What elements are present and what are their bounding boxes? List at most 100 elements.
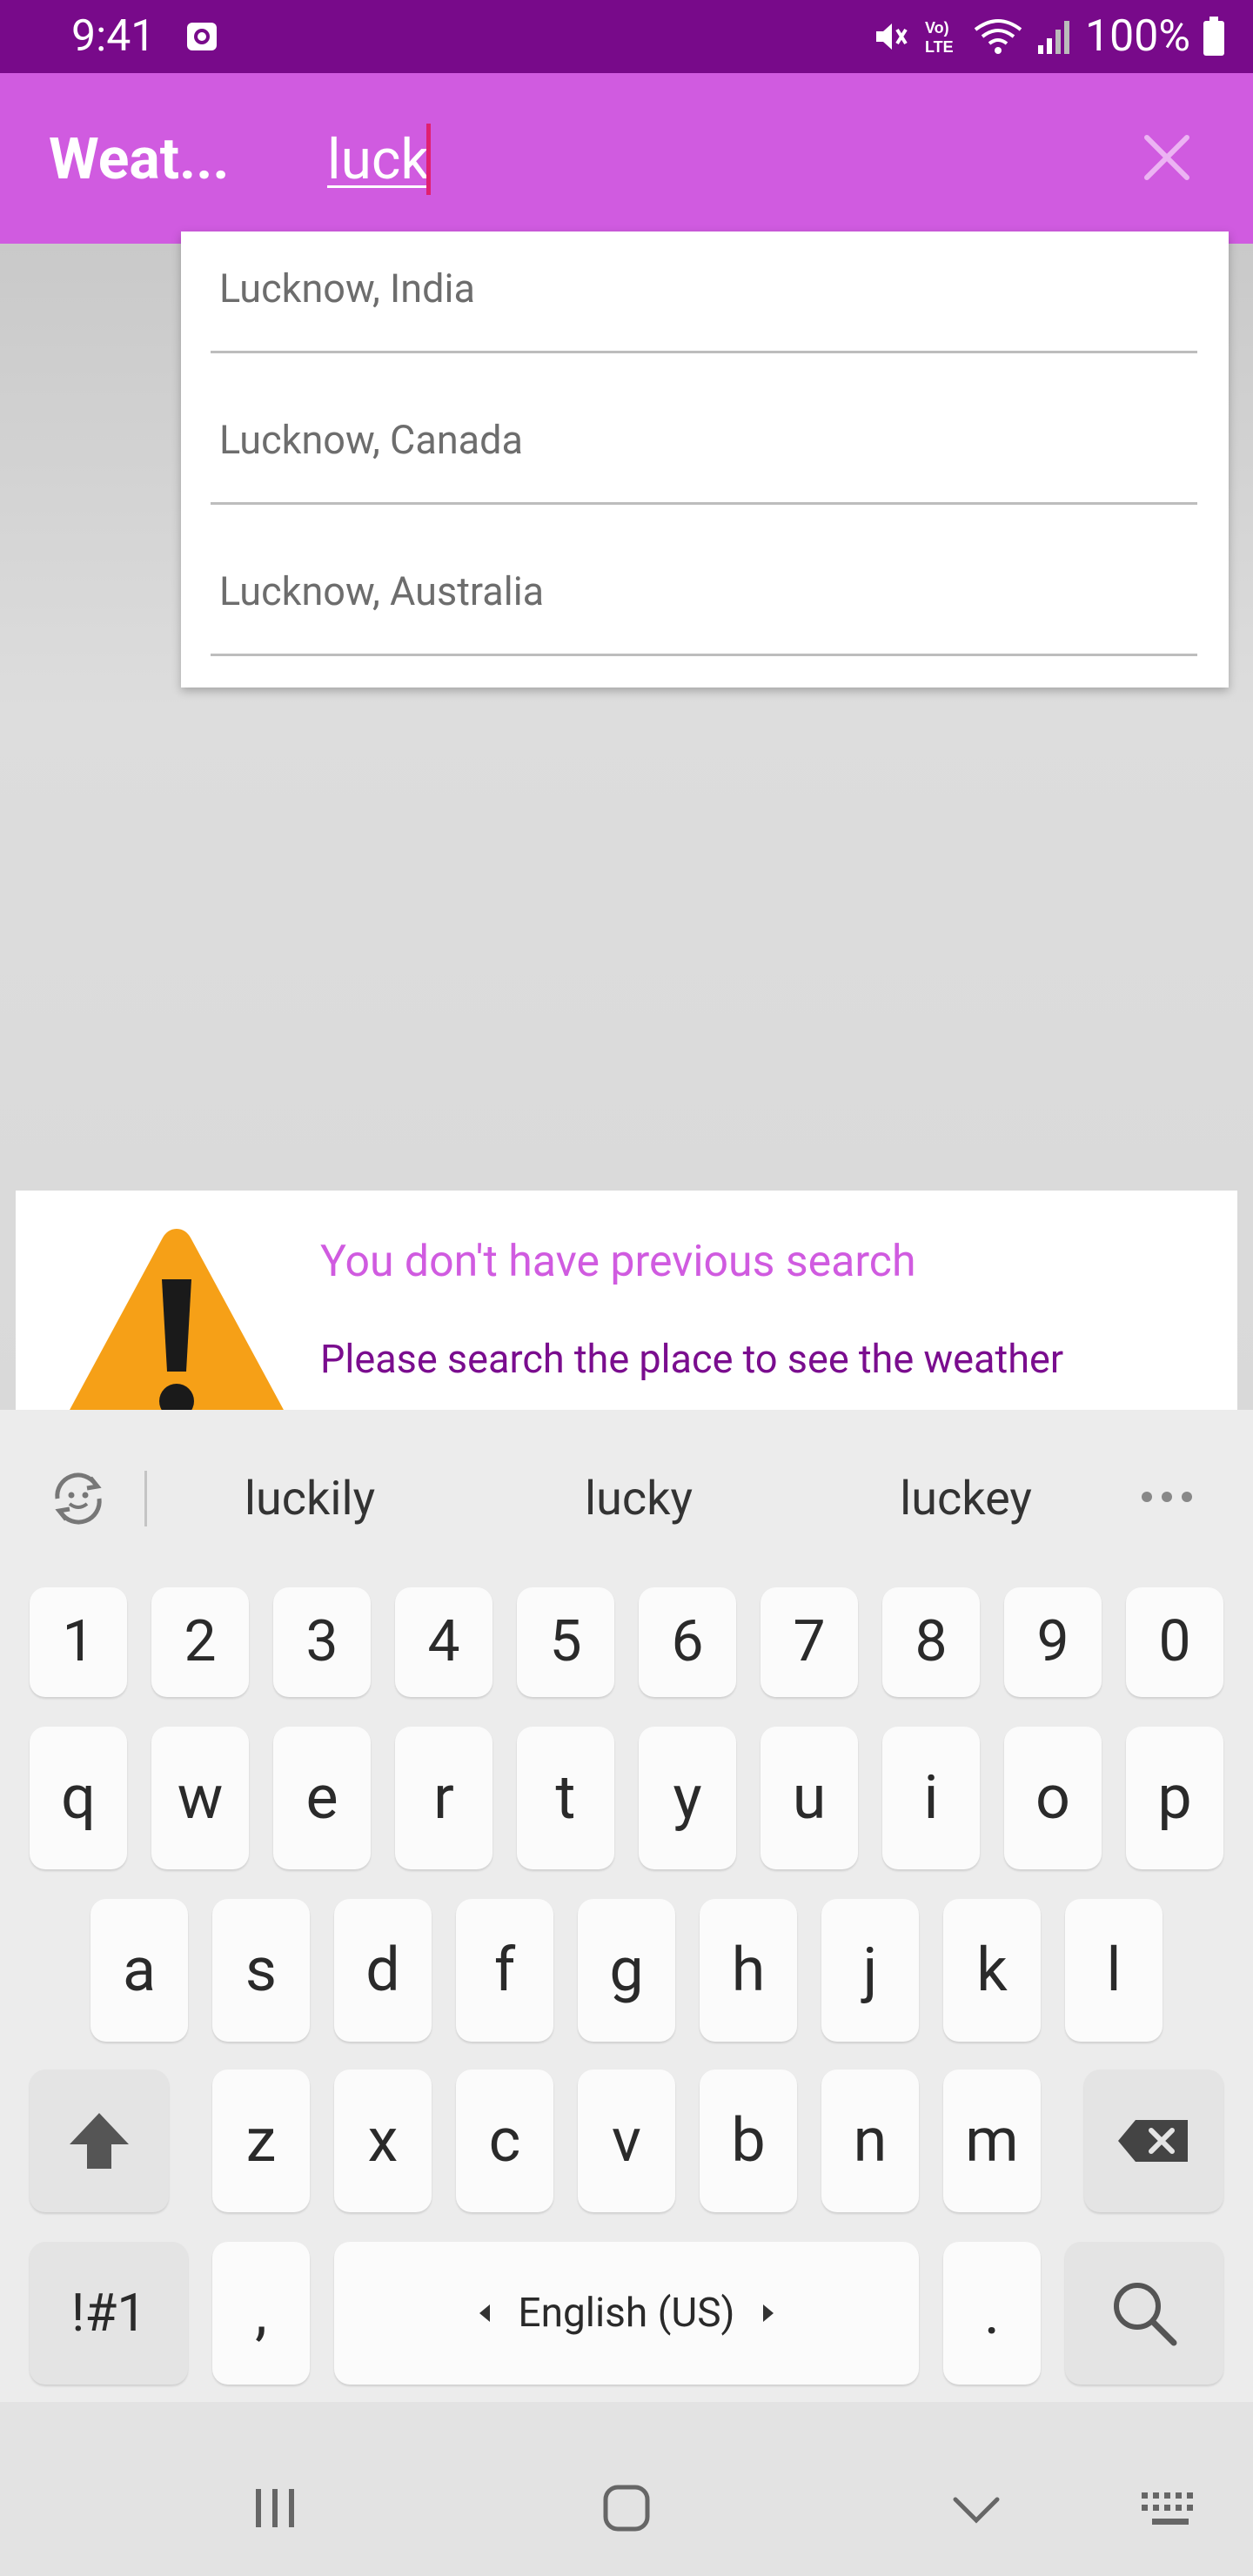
- space-key[interactable]: English (US): [334, 2242, 919, 2385]
- key-label: d: [365, 1935, 400, 2006]
- key-x[interactable]: x: [334, 2070, 432, 2212]
- key-n[interactable]: n: [821, 2070, 919, 2212]
- emoji-refresh-icon[interactable]: [44, 1464, 113, 1533]
- key-w[interactable]: w: [151, 1727, 249, 1869]
- key-label: o: [1035, 1762, 1070, 1834]
- key-label: u: [792, 1762, 827, 1834]
- keyboard-switch-icon[interactable]: [1140, 2489, 1201, 2531]
- chevron-right-icon: [762, 2304, 774, 2322]
- key-0[interactable]: 0: [1126, 1587, 1223, 1697]
- key-label: 4: [427, 1608, 460, 1675]
- key-g[interactable]: g: [578, 1899, 675, 2042]
- navigation-bar: [0, 2402, 1253, 2576]
- key-label: c: [488, 2105, 521, 2177]
- key-h[interactable]: h: [700, 1899, 797, 2042]
- key-label: v: [612, 2105, 641, 2177]
- key-v[interactable]: v: [578, 2070, 675, 2212]
- key-m[interactable]: m: [943, 2070, 1041, 2212]
- key-p[interactable]: p: [1126, 1727, 1223, 1869]
- key-label: a: [122, 1935, 157, 2006]
- key-u[interactable]: u: [761, 1727, 858, 1869]
- key-4[interactable]: 4: [395, 1587, 492, 1697]
- key-i[interactable]: i: [882, 1727, 980, 1869]
- key-j[interactable]: j: [821, 1899, 919, 2042]
- key-3[interactable]: 3: [273, 1587, 371, 1697]
- svg-text:LTE: LTE: [925, 38, 954, 56]
- key-label: 9: [1036, 1608, 1069, 1675]
- key-y[interactable]: y: [639, 1727, 736, 1869]
- recents-icon[interactable]: [251, 2484, 299, 2532]
- key-s[interactable]: s: [212, 1899, 310, 2042]
- symbols-key[interactable]: !#1: [30, 2242, 188, 2385]
- key-8[interactable]: 8: [882, 1587, 980, 1697]
- shift-icon: [70, 2113, 129, 2169]
- shift-key[interactable]: [30, 2070, 169, 2212]
- key-9[interactable]: 9: [1004, 1587, 1102, 1697]
- key-l[interactable]: l: [1065, 1899, 1163, 2042]
- comma-key[interactable]: ,: [212, 2242, 310, 2385]
- key-label: 5: [549, 1608, 582, 1675]
- key-label: q: [61, 1762, 96, 1834]
- word-suggestion[interactable]: luckey: [853, 1469, 1079, 1530]
- key-label: g: [609, 1935, 644, 2006]
- key-d[interactable]: d: [334, 1899, 432, 2042]
- key-label: !#1: [70, 2282, 147, 2344]
- suggestion-item[interactable]: Lucknow, Canada: [211, 383, 1197, 505]
- key-f[interactable]: f: [456, 1899, 553, 2042]
- home-icon[interactable]: [600, 2482, 653, 2534]
- key-7[interactable]: 7: [761, 1587, 858, 1697]
- key-e[interactable]: e: [273, 1727, 371, 1869]
- status-time: 9:41: [71, 11, 156, 62]
- key-label: 7: [793, 1608, 826, 1675]
- key-c[interactable]: c: [456, 2070, 553, 2212]
- close-icon[interactable]: [1136, 127, 1197, 188]
- text-cursor: [426, 124, 431, 195]
- key-6[interactable]: 6: [639, 1587, 736, 1697]
- suggestion-item[interactable]: Lucknow, India: [211, 231, 1197, 353]
- key-label: 2: [184, 1608, 217, 1675]
- keyboard: luckily lucky luckey 1 2 3 4 5 6 7 8 9 0…: [0, 1410, 1253, 2402]
- search-icon: [1114, 2283, 1177, 2346]
- key-q[interactable]: q: [30, 1727, 127, 1869]
- word-suggestion[interactable]: lucky: [526, 1469, 752, 1530]
- more-icon[interactable]: [1136, 1479, 1197, 1514]
- key-label: n: [853, 2105, 888, 2177]
- key-r[interactable]: r: [395, 1727, 492, 1869]
- wifi-icon: [974, 19, 1022, 54]
- signal-icon: [1038, 21, 1070, 54]
- key-5[interactable]: 5: [517, 1587, 614, 1697]
- search-input[interactable]: luck: [327, 125, 429, 195]
- search-key[interactable]: [1065, 2242, 1223, 2385]
- key-label: ,: [255, 2277, 267, 2349]
- key-o[interactable]: o: [1004, 1727, 1102, 1869]
- card-subtitle: Please search the place to see the weath…: [320, 1336, 1064, 1382]
- key-a[interactable]: a: [90, 1899, 188, 2042]
- suggestion-divider: [144, 1471, 147, 1526]
- key-label: z: [245, 2105, 277, 2177]
- key-label: j: [862, 1935, 878, 2006]
- key-label: y: [673, 1762, 702, 1834]
- chevron-left-icon: [479, 2304, 491, 2322]
- key-label: x: [367, 2105, 399, 2177]
- key-t[interactable]: t: [517, 1727, 614, 1869]
- period-key[interactable]: .: [943, 2242, 1041, 2385]
- suggestions-dropdown: Lucknow, India Lucknow, Canada Lucknow, …: [181, 231, 1229, 688]
- svg-text:Vo): Vo): [925, 19, 949, 37]
- key-label: k: [976, 1935, 1008, 2006]
- key-2[interactable]: 2: [151, 1587, 249, 1697]
- status-bar: 9:41 Vo) LTE 100%: [0, 0, 1253, 73]
- key-b[interactable]: b: [700, 2070, 797, 2212]
- mute-icon: [876, 23, 908, 50]
- suggestion-label: Lucknow, Canada: [219, 417, 524, 463]
- key-label: f: [493, 1935, 516, 2006]
- key-z[interactable]: z: [212, 2070, 310, 2212]
- word-suggestion[interactable]: luckily: [197, 1469, 423, 1530]
- key-label: 0: [1158, 1608, 1191, 1675]
- key-label: e: [305, 1762, 338, 1834]
- suggestion-item[interactable]: Lucknow, Australia: [211, 534, 1197, 656]
- volte-icon: Vo) LTE: [925, 19, 954, 56]
- backspace-key[interactable]: [1084, 2070, 1223, 2212]
- key-k[interactable]: k: [943, 1899, 1041, 2042]
- key-1[interactable]: 1: [30, 1587, 127, 1697]
- back-chevron-icon[interactable]: [950, 2492, 1002, 2527]
